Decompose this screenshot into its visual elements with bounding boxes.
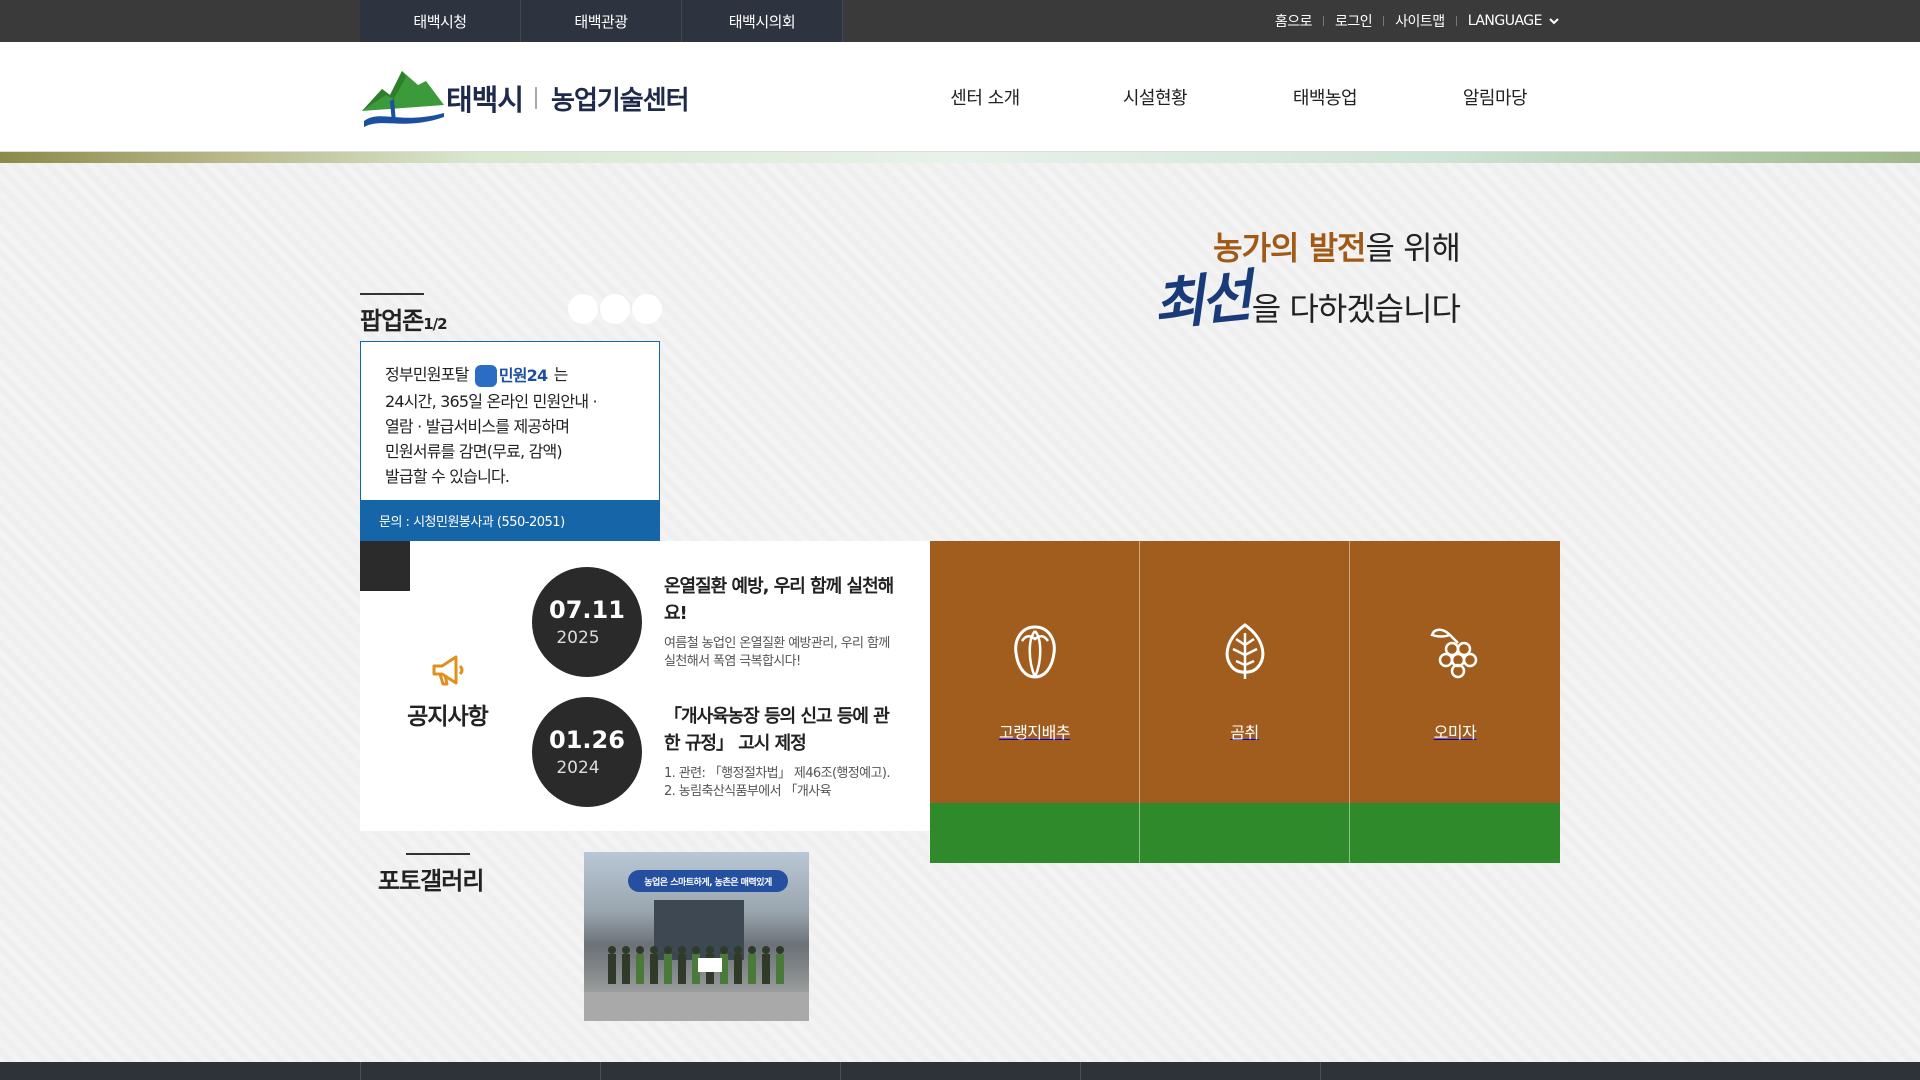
footer-divider: [360, 1062, 600, 1080]
title-underline: [360, 293, 424, 295]
popup-body: 정부민원포탈 민원24 는 24시간, 365일 온라인 민원안내 · 열람 ·…: [361, 342, 659, 489]
minwon24-face-icon: [474, 364, 497, 387]
cabbage-icon: [1013, 625, 1056, 679]
notice-item-summary: 여름철 농업인 온열질환 예방관리, 우리 함께 실천해서 폭염 극복합시다!: [664, 636, 890, 669]
specialty-omija[interactable]: 오미자: [1350, 541, 1560, 863]
popup-line: 열람 · 발급서비스를 제공하며: [385, 416, 570, 436]
notice-date: 07.11: [549, 596, 625, 624]
separator: [1455, 16, 1457, 26]
berry-icon: [1430, 628, 1478, 679]
title-underline: [406, 853, 470, 855]
logo-divider: [535, 87, 538, 109]
sitemap-link[interactable]: 사이트맵: [1395, 11, 1445, 31]
notice-date-badge: 01.26 2024: [532, 697, 642, 807]
footer-divider: [1080, 1062, 1320, 1080]
slogan-line2: 최선 을 다하겠습니다: [1140, 263, 1461, 339]
popup-controls: [568, 294, 662, 324]
main-navigation: 센터 소개 시설현황 태백농업 알림마당: [900, 42, 1580, 152]
notice-section: 공지사항 07.11 2025 온열질환 예방, 우리 함께 실천해요! 여름철…: [360, 541, 930, 831]
notice-label: 공지사항: [360, 651, 535, 731]
slogan: 농가의 발전을 위해 최선 을 다하겠습니다: [1140, 223, 1461, 339]
site-link-city-hall[interactable]: 태백시청: [360, 0, 521, 42]
nav-item-notice-board[interactable]: 알림마당: [1410, 42, 1580, 152]
site-link-council[interactable]: 태백시의회: [682, 0, 843, 42]
popup-banner[interactable]: 정부민원포탈 민원24 는 24시간, 365일 온라인 민원안내 · 열람 ·…: [360, 341, 660, 541]
language-label: LANGUAGE: [1467, 13, 1543, 29]
language-selector[interactable]: LANGUAGE: [1468, 13, 1560, 29]
popup-counter: 1/2: [423, 315, 447, 333]
nav-item-taebaek-agriculture[interactable]: 태백농업: [1240, 42, 1410, 152]
photo-gallery-title: 포토갤러리: [378, 853, 484, 896]
group-photo-people: [608, 946, 784, 984]
notice-date: 01.26: [549, 726, 625, 754]
specialty-products: 고랭지배추 곰취 오미자: [930, 541, 1560, 863]
notice-corner-decoration: [360, 541, 410, 591]
site-logo[interactable]: 태백시 농업기술센터: [360, 65, 690, 131]
slogan-line2-rest: 을 다하겠습니다: [1251, 290, 1461, 328]
photo-gallery-label: 포토갤러리: [378, 867, 484, 895]
popup-pause-button[interactable]: [600, 294, 630, 324]
mountain-logo-icon: [362, 71, 444, 127]
slogan-highlight: 농가의 발전: [1213, 229, 1366, 267]
specialty-name: 곰취: [1230, 723, 1259, 742]
nav-item-center-intro[interactable]: 센터 소개: [900, 42, 1070, 152]
notice-year: 2024: [556, 758, 600, 778]
notice-title: 공지사항: [407, 704, 489, 730]
popup-text-particle: 는: [553, 365, 569, 384]
popup-zone-title: 팝업존1/2: [360, 293, 448, 336]
gallery-photo[interactable]: 농업은 스마트하게, 농촌은 매력있게: [584, 852, 809, 1021]
separator: [1323, 16, 1325, 26]
specialty-highland-cabbage[interactable]: 고랭지배추: [930, 541, 1140, 863]
footer-dividers: [360, 1062, 1560, 1080]
slogan-line1-rest: 을 위해: [1365, 229, 1461, 267]
popup-contact: 문의 : 시청민원봉사과 (550-2051): [361, 500, 659, 540]
slogan-brush-text: 최선: [1149, 263, 1251, 339]
notice-item[interactable]: 07.11 2025 온열질환 예방, 우리 함께 실천해요! 여름철 농업인 …: [532, 567, 922, 677]
notice-year: 2025: [556, 628, 600, 648]
popup-line: 발급할 수 있습니다.: [385, 466, 510, 486]
login-link[interactable]: 로그인: [1335, 11, 1373, 31]
top-utility-bar: 태백시청 태백관광 태백시의회 홈으로 로그인 사이트맵 LANGUAGE: [0, 0, 1920, 42]
notice-item[interactable]: 01.26 2024 「개사육농장 등의 신고 등에 관한 규정」 고시 제정 …: [532, 697, 922, 807]
popup-next-button[interactable]: [632, 294, 662, 324]
popup-text-intro: 정부민원포탈: [385, 365, 469, 384]
family-site-links: 태백시청 태백관광 태백시의회: [360, 0, 843, 42]
notice-item-title: 온열질환 예방, 우리 함께 실천해요!: [664, 576, 894, 624]
footer-bar: [0, 1062, 1920, 1080]
notice-date-badge: 07.11 2025: [532, 567, 642, 677]
logo-center-name: 농업기술센터: [551, 85, 690, 116]
logo-city-name: 태백시: [446, 83, 524, 117]
leaf-icon: [1225, 623, 1264, 679]
popup-zone-label: 팝업존: [360, 307, 424, 335]
footer-divider: [840, 1062, 1080, 1080]
photo-ground: [584, 992, 809, 1021]
minwon24-logo-text: 민원24: [498, 366, 548, 385]
utility-links: 홈으로 로그인 사이트맵 LANGUAGE: [1275, 0, 1560, 42]
popup-prev-button[interactable]: [568, 294, 598, 324]
slogan-line1: 농가의 발전을 위해: [1140, 223, 1461, 269]
minwon24-logo: 민원24: [474, 363, 548, 389]
notice-text: 온열질환 예방, 우리 함께 실천해요! 여름철 농업인 온열질환 예방관리, …: [664, 567, 894, 677]
specialty-gomchwi[interactable]: 곰취: [1140, 541, 1350, 863]
notice-item-summary: 1. 관련: 「행정절차법」 제46조(행정예고). 2. 농림축산식품부에서 …: [664, 766, 890, 799]
popup-line: 민원서류를 감면(무료, 감액): [385, 441, 563, 461]
home-link[interactable]: 홈으로: [1275, 11, 1313, 31]
notice-item-title: 「개사육농장 등의 신고 등에 관한 규정」 고시 제정: [664, 706, 890, 754]
photo-banner-text: 농업은 스마트하게, 농촌은 매력있게: [628, 870, 788, 892]
footer-divider: [600, 1062, 840, 1080]
megaphone-icon: [432, 655, 463, 686]
nav-item-facilities[interactable]: 시설현황: [1070, 42, 1240, 152]
main-visual: 농가의 발전을 위해 최선 을 다하겠습니다 팝업존1/2 정부민원포탈 민원2…: [0, 163, 1920, 1063]
header-decorative-stripe: [0, 152, 1920, 163]
specialty-name: 고랭지배추: [998, 723, 1071, 742]
specialty-name: 오미자: [1433, 723, 1477, 742]
separator: [1383, 16, 1385, 26]
site-link-tourism[interactable]: 태백관광: [521, 0, 682, 42]
chevron-down-icon: [1549, 18, 1559, 25]
popup-line: 24시간, 365일 온라인 민원안내 ·: [385, 391, 598, 411]
footer-divider: [1320, 1062, 1560, 1080]
site-header: 태백시 농업기술센터 센터 소개 시설현황 태백농업 알림마당: [0, 42, 1920, 152]
notice-text: 「개사육농장 등의 신고 등에 관한 규정」 고시 제정 1. 관련: 「행정절…: [664, 697, 894, 807]
